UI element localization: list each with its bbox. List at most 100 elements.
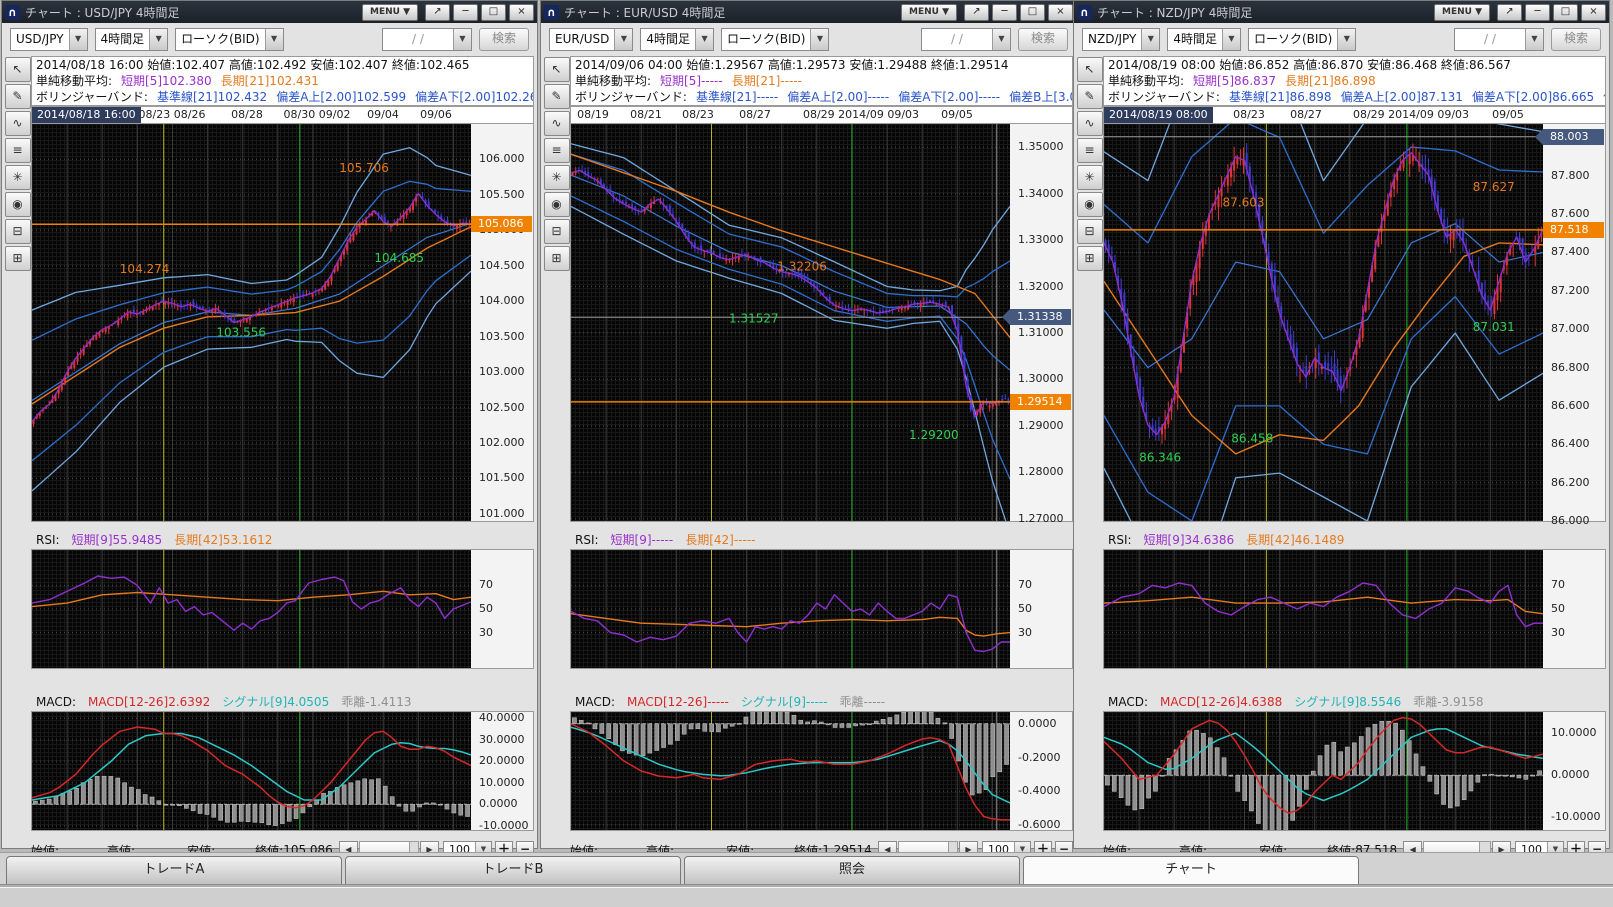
indicator-icon[interactable]: ∿ [5,111,31,136]
title-bar[interactable]: ∩ チャート : EUR/USD 4時間足 MENU ▼ ↗ ─ □ × [541,1,1076,23]
eye-icon[interactable]: ◉ [1077,192,1103,217]
chevron-down-icon[interactable]: ▼ [265,29,283,50]
indicator-icon[interactable]: ∿ [1077,111,1103,136]
scale-icon[interactable]: ≡ [5,138,31,163]
marks-icon[interactable]: ✳ [5,165,31,190]
minimize-icon[interactable]: ─ [453,4,478,21]
date-input[interactable]: / / ▼ [921,28,1011,51]
chevron-down-icon[interactable]: ▼ [149,29,167,50]
search-button[interactable]: 検索 [1551,28,1601,51]
minimize-icon[interactable]: ─ [1525,4,1550,21]
pair-select[interactable]: USD/JPY ▼ [10,28,88,51]
cursor-icon[interactable]: ↖ [5,57,31,82]
rsi-chart: 705030 [31,549,534,669]
macd-plot[interactable] [32,712,471,830]
axis-tick: 102.500 [479,401,525,414]
candlestick-plot[interactable]: 105.706104.274104.685103.556 [32,124,471,521]
printer-icon[interactable]: ⊟ [1077,219,1103,244]
axis-tick: 86.400 [1551,437,1590,450]
eye-icon[interactable]: ◉ [5,192,31,217]
close-icon[interactable]: × [509,4,534,21]
taskbar-tab-1[interactable]: トレードA [6,856,342,885]
title-bar[interactable]: ∩ チャート : NZD/JPY 4時間足 MENU ▼ ↗ ─ □ × [1074,1,1609,23]
pencil-icon[interactable]: ✎ [544,84,570,109]
printer-icon[interactable]: ⊟ [544,219,570,244]
macd-plot[interactable] [571,712,1010,830]
search-button[interactable]: 検索 [1018,28,1068,51]
rsi-axis: 705030 [1010,550,1072,668]
bb-upper-a-value: 偏差A上[2.00]87.131 [1341,89,1463,105]
taskbar-tab-3[interactable]: 照会 [684,856,1020,885]
minimize-icon[interactable]: ─ [992,4,1017,21]
save-grid-icon[interactable]: ⊞ [5,246,31,271]
marks-icon[interactable]: ✳ [544,165,570,190]
rsi-short-value: 短期[9]----- [611,532,674,549]
cursor-icon[interactable]: ↖ [1077,57,1103,82]
rsi-plot[interactable] [32,550,471,668]
macd-plot[interactable] [1104,712,1543,830]
date-input[interactable]: / / ▼ [382,28,472,51]
chart-toolbar: NZD/JPY ▼ 4時間足 ▼ ローソク(BID) ▼ / / ▼ 検索 [1074,23,1609,56]
date-tick: 08/27 [1290,107,1322,122]
timeframe-select[interactable]: 4時間足 ▼ [640,28,714,51]
menu-button[interactable]: MENU ▼ [901,4,957,21]
drawing-toolbar: ↖ ✎ ∿ ≡ ✳ ◉ ⊟ ⊞ [4,56,31,848]
close-icon[interactable]: × [1581,4,1606,21]
search-button[interactable]: 検索 [479,28,529,51]
popout-icon[interactable]: ↗ [964,4,989,21]
date-input[interactable]: / / ▼ [1454,28,1544,51]
axis-tick: 87.200 [1551,284,1590,297]
candlestick-plot[interactable]: 1.322061.315271.29200 [571,124,1010,521]
chevron-down-icon[interactable]: ▼ [1141,29,1159,50]
close-icon[interactable]: × [1048,4,1073,21]
candlestick-plot[interactable]: 87.60387.62787.03186.45886.346 [1104,124,1543,521]
popout-icon[interactable]: ↗ [425,4,450,21]
save-grid-icon[interactable]: ⊞ [1077,246,1103,271]
menu-button[interactable]: MENU ▼ [1434,4,1490,21]
taskbar-tab-2[interactable]: トレードB [345,856,681,885]
pencil-icon[interactable]: ✎ [5,84,31,109]
maximize-icon[interactable]: □ [1553,4,1578,21]
axis-tick: 50 [479,602,493,615]
svg-text:104.274: 104.274 [120,262,170,276]
chevron-down-icon[interactable]: ▼ [1337,29,1355,50]
axis-tick: 87.800 [1551,169,1590,182]
menu-button[interactable]: MENU ▼ [362,4,418,21]
chevron-down-icon[interactable]: ▼ [453,29,471,50]
taskbar-tab-4[interactable]: チャート [1023,856,1359,885]
indicator-icon[interactable]: ∿ [544,111,570,136]
svg-text:103.556: 103.556 [216,326,266,340]
maximize-icon[interactable]: □ [1020,4,1045,21]
pair-select[interactable]: NZD/JPY ▼ [1082,28,1160,51]
selected-date-tag: 2014/08/18 16:00 [32,107,141,123]
eye-icon[interactable]: ◉ [544,192,570,217]
chart-type-select[interactable]: ローソク(BID) ▼ [1248,28,1356,51]
title-bar[interactable]: ∩ チャート : USD/JPY 4時間足 MENU ▼ ↗ ─ □ × [2,1,537,23]
save-grid-icon[interactable]: ⊞ [544,246,570,271]
cursor-icon[interactable]: ↖ [544,57,570,82]
chart-type-select[interactable]: ローソク(BID) ▼ [721,28,829,51]
rsi-plot[interactable] [1104,550,1543,668]
timeframe-select[interactable]: 4時間足 ▼ [95,28,169,51]
scale-icon[interactable]: ≡ [544,138,570,163]
chevron-down-icon[interactable]: ▼ [1222,29,1240,50]
rsi-plot[interactable] [571,550,1010,668]
sma-long-value: 長期[21]86.898 [1285,73,1376,89]
printer-icon[interactable]: ⊟ [5,219,31,244]
pair-select[interactable]: EUR/USD ▼ [549,28,633,51]
chevron-down-icon[interactable]: ▼ [695,29,713,50]
maximize-icon[interactable]: □ [481,4,506,21]
chevron-down-icon[interactable]: ▼ [69,29,87,50]
chart-type-select[interactable]: ローソク(BID) ▼ [175,28,283,51]
popout-icon[interactable]: ↗ [1497,4,1522,21]
chevron-down-icon[interactable]: ▼ [614,29,632,50]
marks-icon[interactable]: ✳ [1077,165,1103,190]
chart-window: ∩ チャート : EUR/USD 4時間足 MENU ▼ ↗ ─ □ × EUR… [540,0,1077,849]
scale-icon[interactable]: ≡ [1077,138,1103,163]
pencil-icon[interactable]: ✎ [1077,84,1103,109]
chevron-down-icon[interactable]: ▼ [810,29,828,50]
axis-tick: 1.31000 [1018,326,1064,339]
chevron-down-icon[interactable]: ▼ [1525,29,1543,50]
chevron-down-icon[interactable]: ▼ [992,29,1010,50]
timeframe-select[interactable]: 4時間足 ▼ [1167,28,1241,51]
